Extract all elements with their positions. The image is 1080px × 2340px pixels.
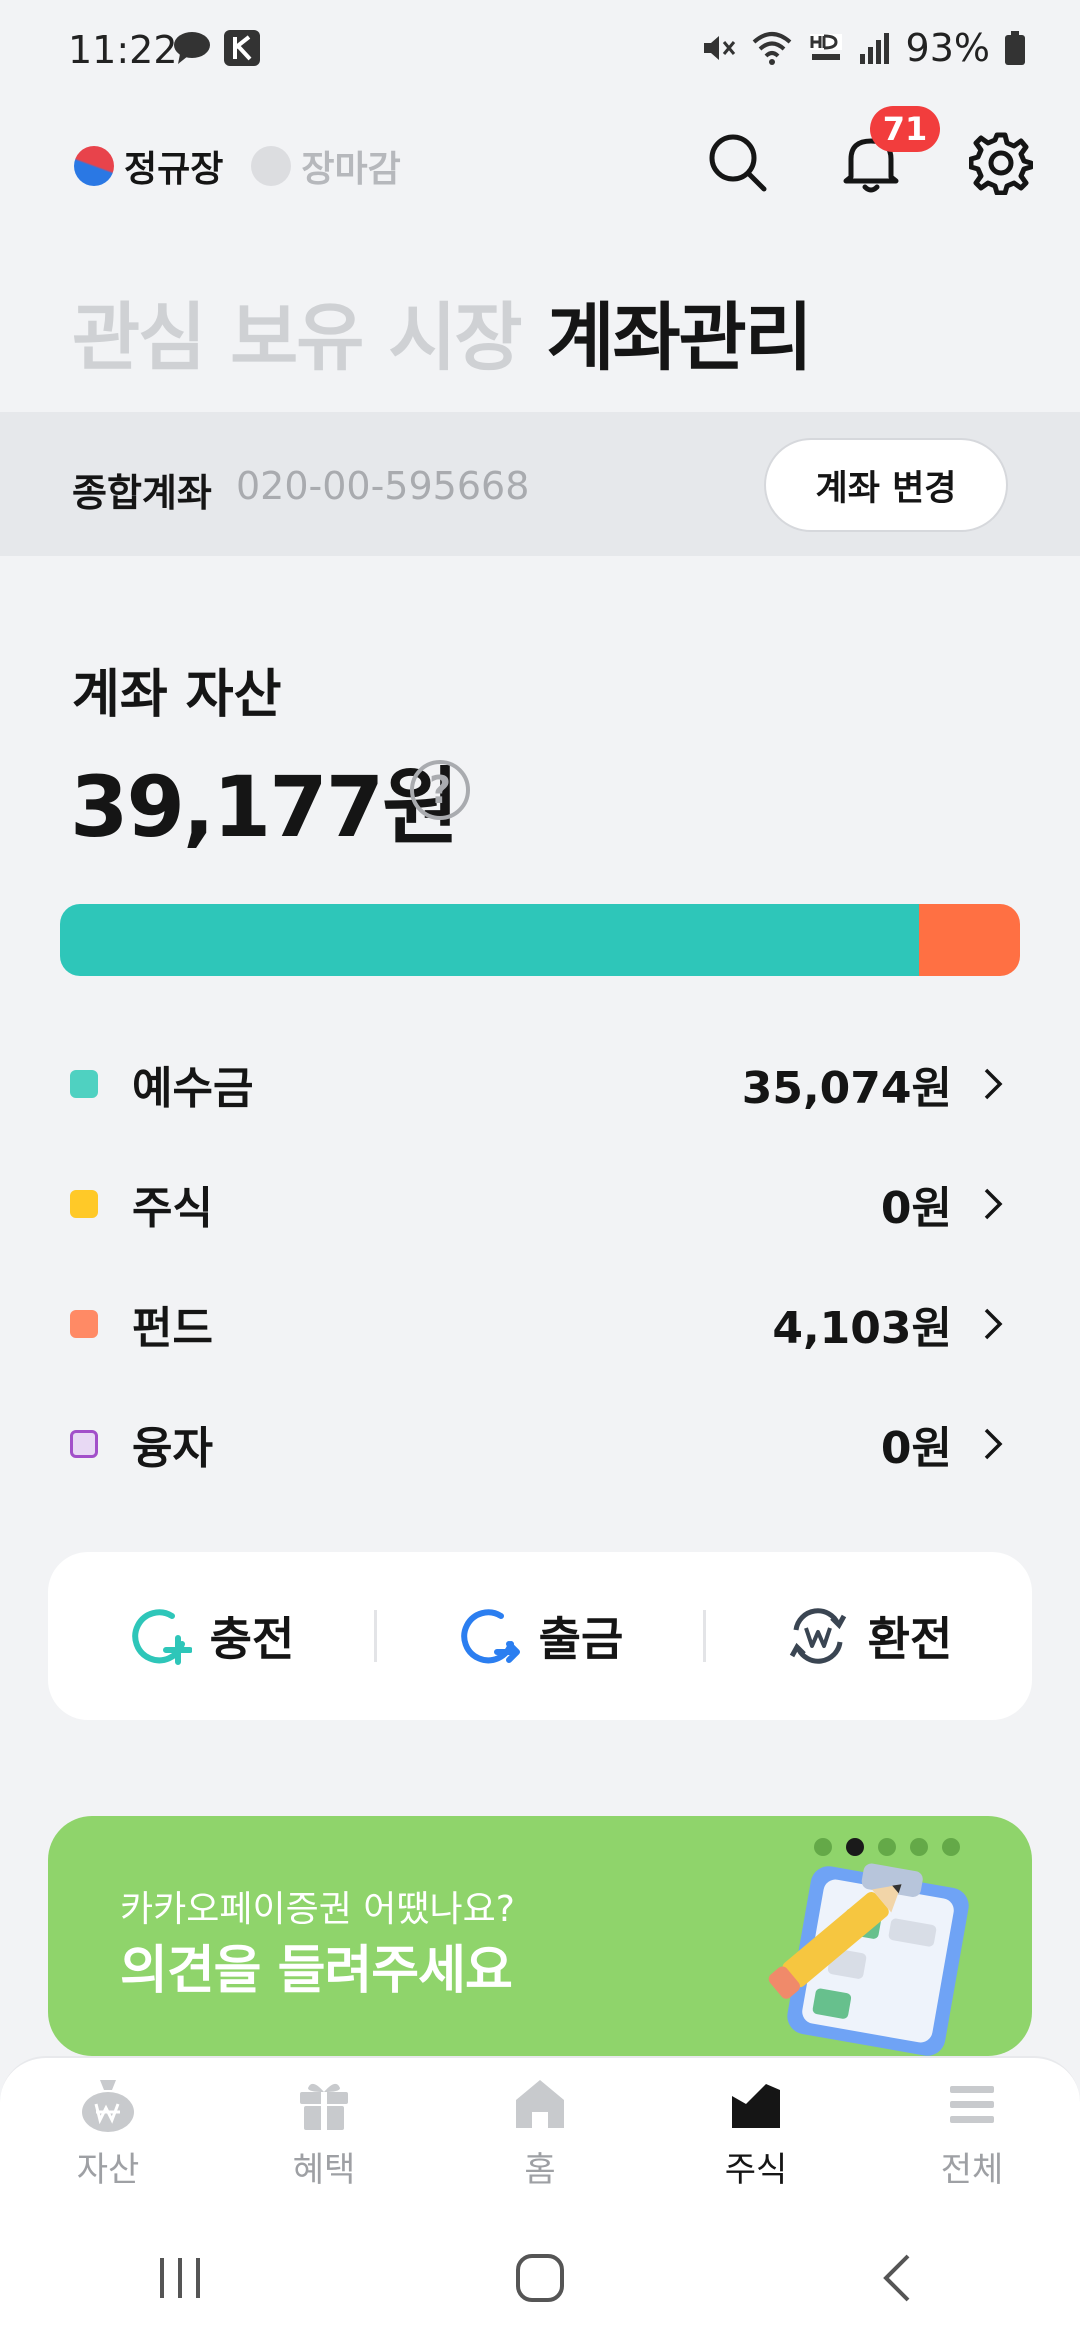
chevron-right-icon <box>984 1308 1003 1340</box>
market-open-label: 정규장 <box>124 149 224 190</box>
asset-row-value: 35,074원 <box>741 1063 952 1114</box>
asset-row-loan[interactable]: 융자 0원 <box>70 1404 1012 1484</box>
menu-icon <box>950 2086 994 2123</box>
search-button[interactable] <box>703 128 773 198</box>
chevron-right-icon <box>984 1428 1003 1460</box>
nav-label: 혜택 <box>292 2150 356 2190</box>
asset-row-fund[interactable]: 펀드 4,103원 <box>70 1284 1012 1364</box>
chevron-right-icon <box>984 1068 1003 1100</box>
banner-page-dot <box>814 1838 832 1856</box>
nav-label: 전체 <box>940 2150 1004 2190</box>
notification-badge: 71 <box>870 106 940 152</box>
banner-pagination <box>814 1838 960 1856</box>
deposit-color-swatch <box>70 1070 98 1098</box>
help-icon[interactable]: ? <box>410 760 470 820</box>
signal-icon <box>859 33 889 64</box>
charge-button[interactable]: 충전 <box>48 1603 374 1669</box>
charge-label: 충전 <box>209 1612 295 1666</box>
status-bar: 11:22 93% <box>0 0 1080 100</box>
fund-color-swatch <box>70 1310 98 1338</box>
system-nav-bar <box>0 2216 1080 2340</box>
status-notification-icons <box>172 28 262 68</box>
clipboard-pencil-icon <box>768 1863 969 2056</box>
gear-icon <box>969 132 1033 195</box>
banner-page-dot <box>942 1838 960 1856</box>
account-number: 020-00-595668 <box>236 464 530 508</box>
exchange-button[interactable]: 환전 <box>706 1603 1032 1669</box>
recent-apps-icon[interactable] <box>150 2248 210 2308</box>
charge-icon <box>131 1609 192 1665</box>
k-app-icon <box>224 30 260 66</box>
asset-row-deposit[interactable]: 예수금 35,074원 <box>70 1044 1012 1124</box>
bar-segment-fund <box>919 904 1020 976</box>
change-account-button[interactable]: 계좌 변경 <box>764 438 1008 532</box>
banner-title: 의견을 들려주세요 <box>120 1941 513 2001</box>
banner-page-dot <box>878 1838 896 1856</box>
bar-segment-deposit <box>60 904 920 976</box>
tab-holdings[interactable]: 보유 <box>230 278 364 385</box>
mute-icon <box>703 36 735 60</box>
asset-row-value: 4,103원 <box>772 1303 952 1354</box>
market-open-icon <box>74 146 114 186</box>
battery-percent: 93% <box>905 26 990 70</box>
tab-watchlist[interactable]: 관심 <box>72 278 206 385</box>
banner-page-dot <box>910 1838 928 1856</box>
account-type: 종합계좌 <box>72 471 212 515</box>
main-tabs: 관심 보유 시장 계좌관리 <box>72 278 813 385</box>
bottom-nav: 자산 혜택 홈 주식 전체 <box>0 2056 1080 2216</box>
home-icon <box>516 2080 564 2128</box>
asset-total: 39,177원 <box>70 758 459 856</box>
asset-row-label: 예수금 <box>132 1063 254 1114</box>
asset-row-value: 0원 <box>880 1183 952 1234</box>
market-closed: 장마감 <box>251 140 401 192</box>
nav-item-stocks[interactable]: 주식 <box>648 2058 864 2216</box>
nav-item-home[interactable]: 홈 <box>432 2058 648 2216</box>
tab-market[interactable]: 시장 <box>388 278 522 385</box>
market-closed-label: 장마감 <box>301 149 401 190</box>
hd-voice-icon <box>809 34 842 60</box>
nav-label: 자산 <box>76 2150 140 2190</box>
settings-button[interactable] <box>966 128 1036 198</box>
status-time: 11:22 <box>68 28 178 72</box>
nav-label: 홈 <box>524 2150 556 2190</box>
battery-icon <box>1005 31 1025 65</box>
wifi-icon <box>752 32 791 65</box>
tab-account-management[interactable]: 계좌관리 <box>547 278 813 385</box>
asset-row-value: 0원 <box>880 1423 952 1474</box>
home-button-icon[interactable] <box>510 2248 570 2308</box>
nav-item-all[interactable]: 전체 <box>864 2058 1080 2216</box>
nav-item-benefits[interactable]: 혜택 <box>216 2058 432 2216</box>
account-actions-card: 충전 출금 환전 <box>48 1552 1032 1720</box>
search-icon <box>709 134 767 192</box>
status-right: 93% <box>700 26 1026 70</box>
chat-bubble-icon <box>174 32 210 64</box>
asset-row-label: 주식 <box>132 1183 213 1234</box>
withdraw-label: 출금 <box>538 1612 624 1666</box>
nav-item-assets[interactable]: 자산 <box>0 2058 216 2216</box>
loan-color-swatch <box>70 1430 98 1458</box>
banner-subtitle: 카카오페이증권 어땠나요? <box>120 1889 515 1930</box>
banner-page-dot <box>846 1838 864 1856</box>
gift-icon <box>300 2083 348 2130</box>
market-status: 정규장 장마감 <box>74 140 401 192</box>
chevron-right-icon <box>984 1188 1003 1220</box>
exchange-label: 환전 <box>867 1612 953 1666</box>
asset-row-label: 펀드 <box>132 1303 213 1354</box>
market-closed-icon <box>251 146 292 186</box>
exchange-icon <box>789 1608 846 1664</box>
back-icon[interactable] <box>870 2248 930 2308</box>
asset-row-label: 융자 <box>132 1423 213 1474</box>
asset-title: 계좌 자산 <box>72 665 282 725</box>
asset-distribution-bar <box>60 904 1020 976</box>
nav-label: 주식 <box>724 2150 788 2190</box>
stock-icon <box>732 2084 780 2128</box>
money-bag-icon <box>82 2080 134 2132</box>
asset-row-stock[interactable]: 주식 0원 <box>70 1164 1012 1244</box>
withdraw-button[interactable]: 출금 <box>377 1603 703 1669</box>
withdraw-icon <box>460 1609 520 1664</box>
stock-color-swatch <box>70 1190 98 1218</box>
